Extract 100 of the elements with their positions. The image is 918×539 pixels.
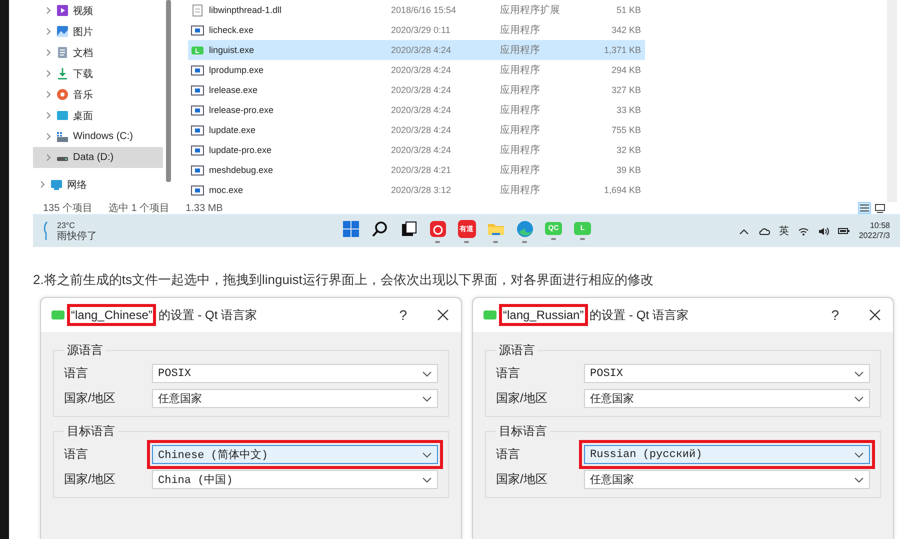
file-date: 2020/3/28 4:21 <box>391 165 452 175</box>
nav-item[interactable]: 图片 <box>33 21 163 42</box>
chevron-icon[interactable] <box>45 132 52 141</box>
chevron-up-icon[interactable] <box>738 228 749 234</box>
highlighted-title-text: “lang_Russian” <box>499 304 588 326</box>
dropdown[interactable]: 任意国家 <box>152 389 438 408</box>
program-file-icon <box>191 24 204 36</box>
dialog-title: 的设置 - Qt 语言家 <box>590 306 688 324</box>
video-folder-icon <box>56 4 69 17</box>
file-date: 2020/3/28 4:24 <box>391 85 452 95</box>
nav-item[interactable]: Data (D:) <box>33 147 163 168</box>
group-title: 目标语言 <box>66 423 116 440</box>
picture-folder-icon <box>56 25 69 38</box>
chevron-icon[interactable] <box>45 90 52 99</box>
file-row[interactable]: lrelease.exe 2020/3/28 4:24 应用程序 327 KB <box>188 80 645 100</box>
cloud-icon[interactable] <box>758 227 770 235</box>
clock-date[interactable]: 2022/7/3 <box>858 231 890 241</box>
chevron-down-icon[interactable] <box>422 452 432 458</box>
file-name: moc.exe <box>209 185 244 195</box>
nav-item[interactable]: 文档 <box>33 42 163 63</box>
dropdown[interactable]: Chinese (简体中文) <box>152 445 438 464</box>
chevron-icon[interactable] <box>45 111 52 120</box>
nav-item[interactable]: 网络 <box>33 174 163 195</box>
download-arrow-icon <box>56 67 69 80</box>
linguist-program-icon <box>191 44 204 56</box>
program-file-icon <box>191 184 204 196</box>
chevron-down-icon[interactable] <box>422 396 432 402</box>
group-title: 源语言 <box>66 342 104 359</box>
music-app-icon[interactable] <box>428 220 446 238</box>
dropdown[interactable]: 任意国家 <box>584 470 870 489</box>
field-label: 国家/地区 <box>496 471 548 488</box>
task-view-icon[interactable] <box>400 220 418 238</box>
chevron-down-icon[interactable] <box>854 396 864 402</box>
speaker-icon[interactable] <box>818 226 829 236</box>
file-row[interactable]: lprodump.exe 2020/3/28 4:24 应用程序 294 KB <box>188 60 645 80</box>
dropdown[interactable]: 任意国家 <box>584 389 870 408</box>
clock-time[interactable]: 10:58 <box>870 221 890 231</box>
selection-info: 选中 1 个项目 <box>108 202 170 215</box>
chevron-icon[interactable] <box>45 6 52 15</box>
file-name: lupdate-pro.exe <box>209 145 272 155</box>
field-label: 国家/地区 <box>64 390 116 407</box>
weather-icon[interactable] <box>43 221 49 241</box>
wifi-icon[interactable] <box>798 226 809 236</box>
program-file-icon <box>191 124 204 136</box>
chevron-icon[interactable] <box>39 180 46 189</box>
dropdown[interactable]: China (中国) <box>152 470 438 489</box>
chevron-down-icon[interactable] <box>854 476 864 482</box>
file-row[interactable]: licheck.exe 2020/3/29 0:11 应用程序 342 KB <box>188 20 645 40</box>
start-icon[interactable] <box>342 220 360 238</box>
file-row[interactable]: lrelease-pro.exe 2020/3/28 4:24 应用程序 33 KB <box>188 100 645 120</box>
program-file-icon <box>191 144 204 156</box>
file-type: 应用程序 <box>500 164 541 177</box>
search-icon[interactable] <box>370 220 388 238</box>
file-row[interactable]: meshdebug.exe 2020/3/28 4:21 应用程序 39 KB <box>188 160 645 180</box>
tiles-view-button[interactable] <box>873 202 886 214</box>
chevron-icon[interactable] <box>45 27 52 36</box>
chevron-down-icon[interactable] <box>854 370 864 376</box>
nav-item[interactable]: 下载 <box>33 63 163 84</box>
close-icon[interactable] <box>437 309 449 321</box>
file-type: 应用程序 <box>500 144 541 157</box>
dropdown[interactable]: POSIX <box>584 364 870 383</box>
group-title: 目标语言 <box>498 423 548 440</box>
file-date: 2020/3/29 0:11 <box>391 25 452 35</box>
nav-item[interactable]: Windows (C:) <box>33 126 163 147</box>
weather-condition[interactable]: 雨快停了 <box>57 231 97 242</box>
nav-label: 图片 <box>73 26 93 38</box>
file-size: 51 KB <box>615 5 642 15</box>
close-icon[interactable] <box>869 309 881 321</box>
dropdown[interactable]: Russian (русский) <box>584 445 870 464</box>
file-date: 2020/3/28 4:24 <box>391 45 452 55</box>
field-label: 国家/地区 <box>496 390 548 407</box>
nav-item[interactable]: 桌面 <box>33 105 163 126</box>
file-date: 2020/3/28 4:24 <box>391 65 452 75</box>
file-row[interactable]: moc.exe 2020/3/28 3:12 应用程序 1,694 KB <box>188 180 645 200</box>
help-button[interactable]: ? <box>399 307 407 323</box>
browser-icon[interactable] <box>516 220 534 238</box>
file-date: 2020/3/28 3:12 <box>391 185 452 195</box>
file-row[interactable]: linguist.exe 2020/3/28 4:24 应用程序 1,371 KB <box>188 40 645 60</box>
chevron-down-icon[interactable] <box>422 370 432 376</box>
file-row[interactable]: libwinpthread-1.dll 2018/6/16 15:54 应用程序扩展 51 KB <box>188 0 645 20</box>
dialog-title: 的设置 - Qt 语言家 <box>158 306 258 324</box>
file-row[interactable]: lupdate-pro.exe 2020/3/28 4:24 应用程序 32 KB <box>188 140 645 160</box>
dropdown[interactable]: POSIX <box>152 364 438 383</box>
file-name: lprodump.exe <box>209 65 264 75</box>
chevron-down-icon[interactable] <box>854 452 864 458</box>
chevron-icon[interactable] <box>45 48 52 57</box>
input-method[interactable]: 英 <box>778 224 789 238</box>
scrollbar[interactable] <box>166 0 171 182</box>
nav-item[interactable]: 音乐 <box>33 84 163 105</box>
temperature[interactable]: 23°C <box>57 220 97 231</box>
chevron-down-icon[interactable] <box>422 476 432 482</box>
file-row[interactable]: lupdate.exe 2020/3/28 4:24 应用程序 755 KB <box>188 120 645 140</box>
nav-item[interactable]: 视频 <box>33 0 163 21</box>
details-view-button[interactable] <box>858 202 871 214</box>
nav-label: 文档 <box>73 46 93 60</box>
battery-icon[interactable] <box>838 227 850 235</box>
program-file-icon <box>191 64 204 76</box>
chevron-icon[interactable] <box>45 69 52 78</box>
nav-label: 音乐 <box>73 88 93 102</box>
help-button[interactable]: ? <box>831 307 839 323</box>
